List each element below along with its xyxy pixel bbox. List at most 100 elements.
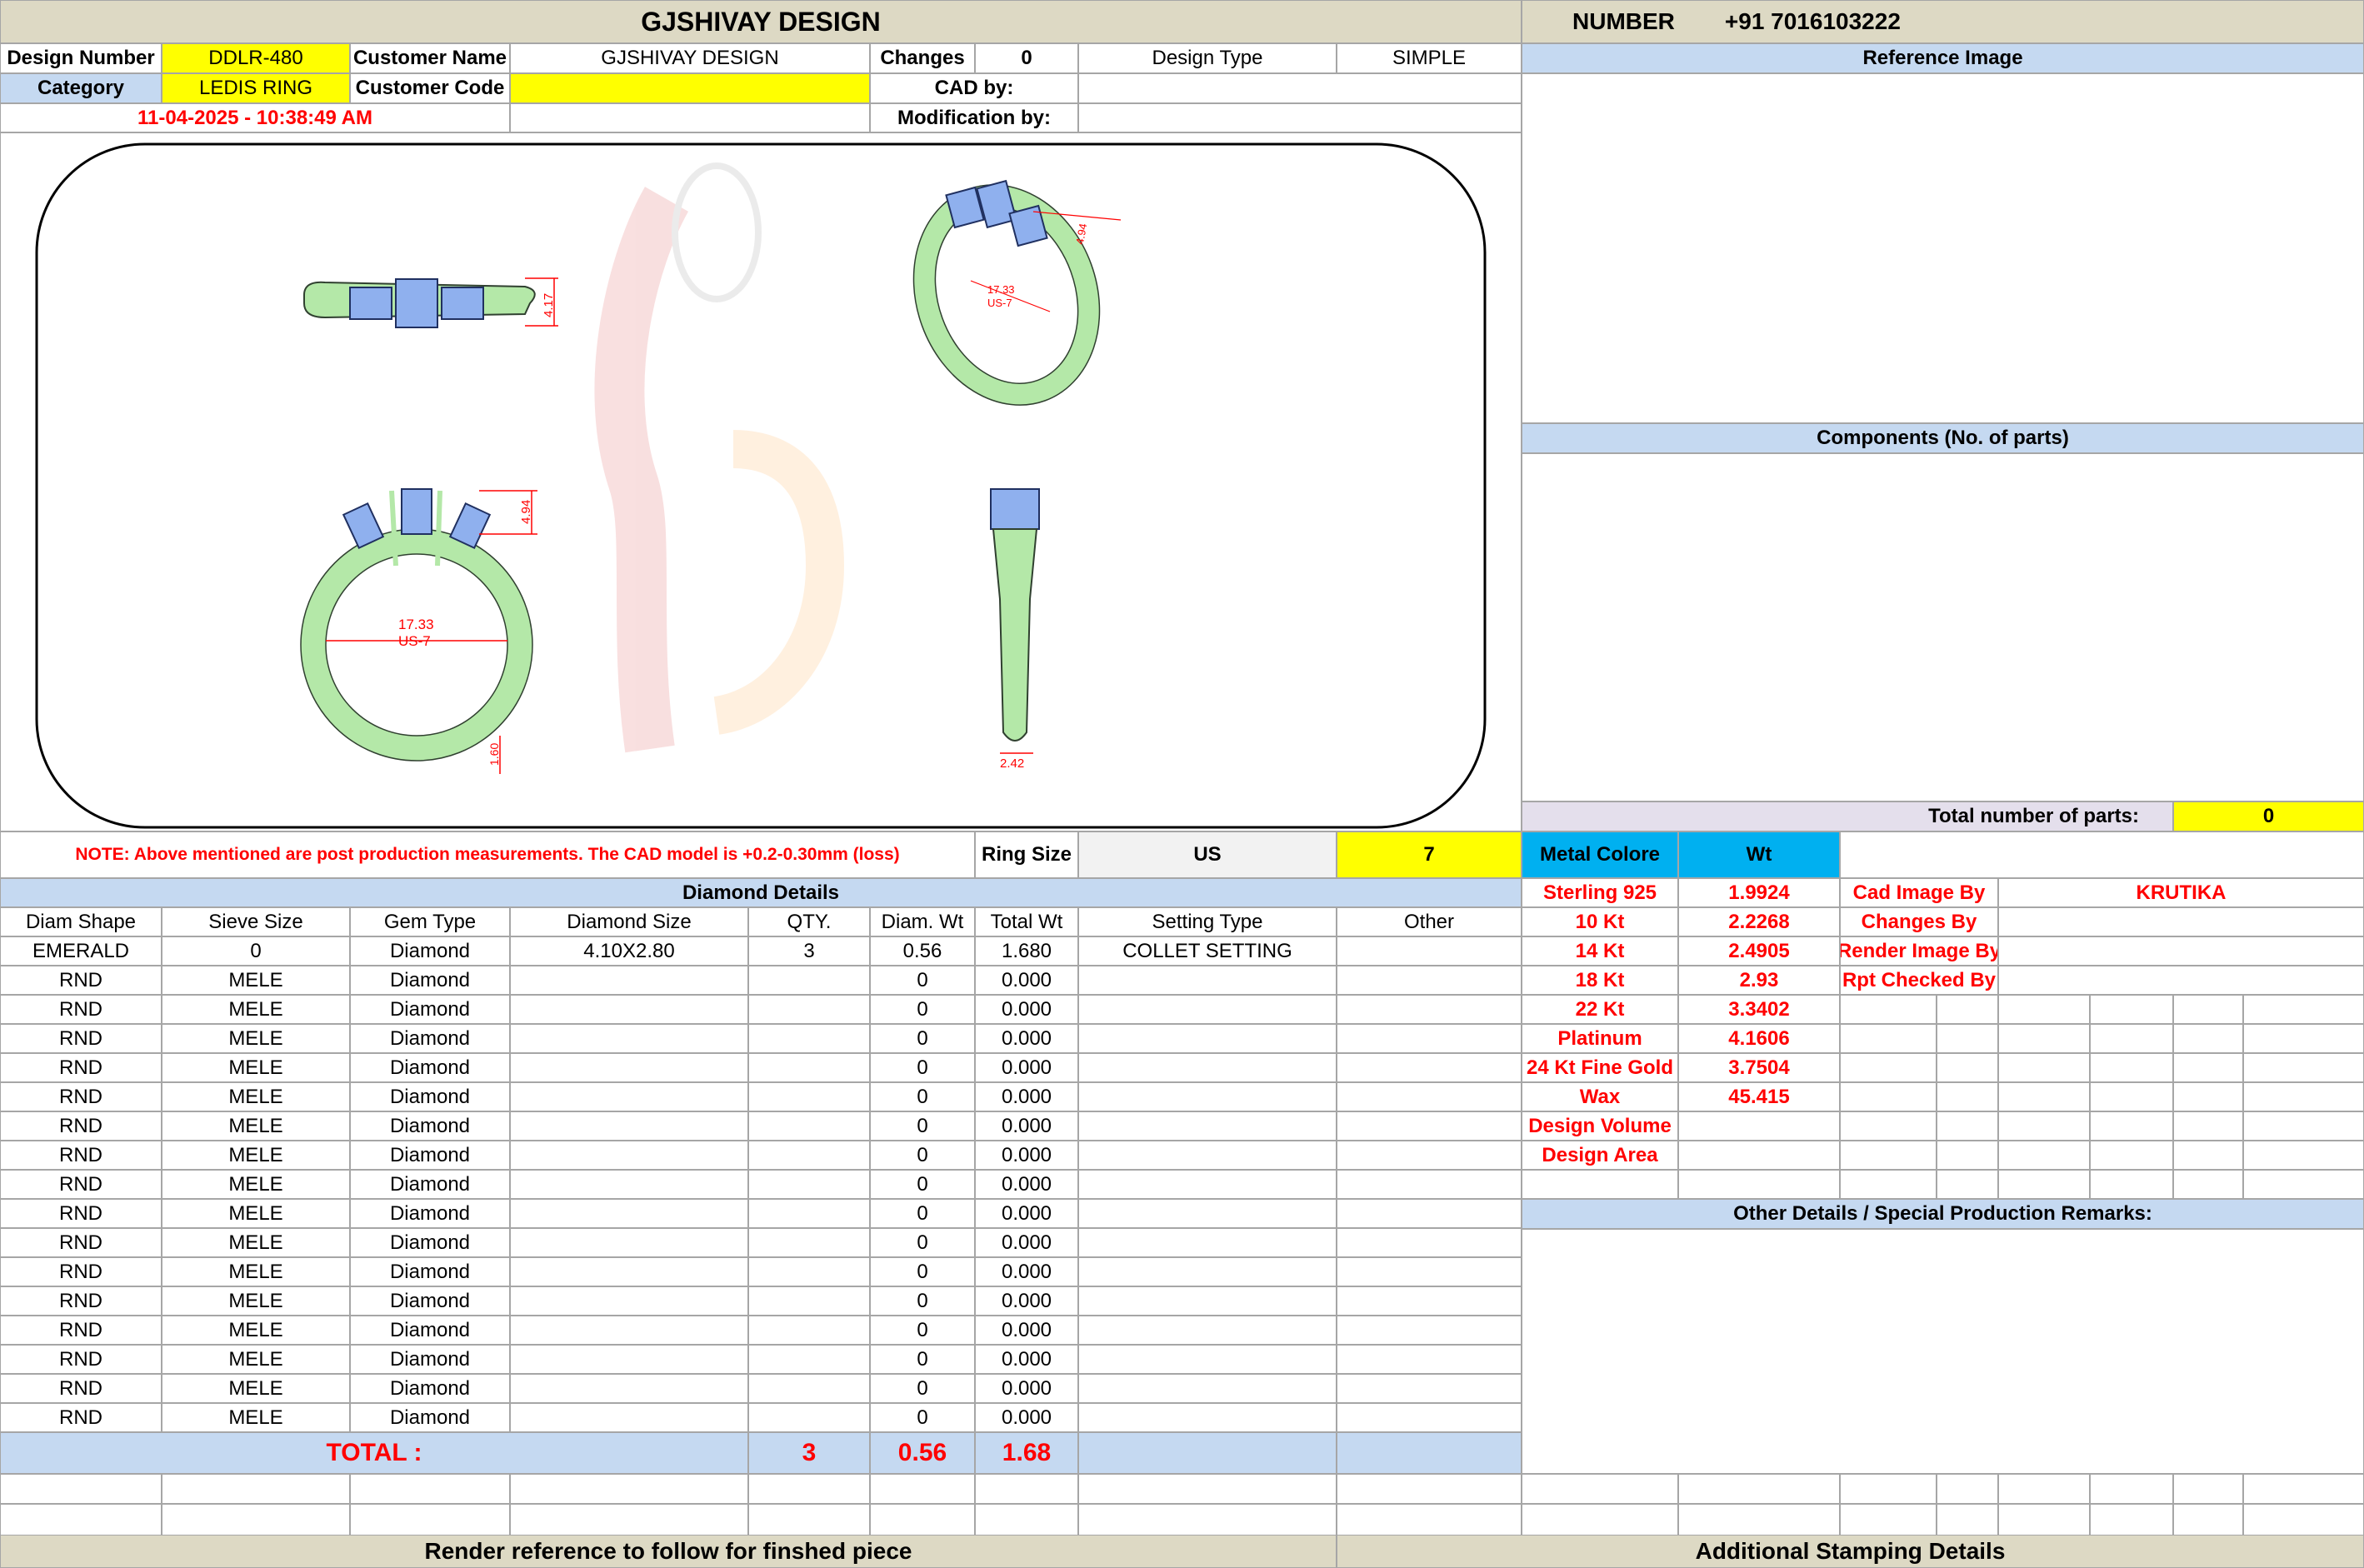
cell-diamond-size[interactable] xyxy=(510,1082,748,1111)
cell-diam-shape[interactable]: RND xyxy=(0,1403,162,1432)
cell-diamond-size[interactable] xyxy=(510,1286,748,1316)
cell-gem-type[interactable]: Diamond xyxy=(350,1345,510,1374)
customer-name-value[interactable]: GJSHIVAY DESIGN xyxy=(510,43,870,73)
metal-weight[interactable]: 3.3402 xyxy=(1678,995,1840,1024)
credit-value[interactable] xyxy=(1998,966,2364,995)
cell-setting-type[interactable] xyxy=(1078,1228,1337,1257)
metal-weight[interactable]: 3.7504 xyxy=(1678,1053,1840,1082)
modification-by-value[interactable] xyxy=(1078,103,1522,132)
cell-total-wt[interactable]: 1.680 xyxy=(975,936,1078,966)
cell-diamond-size[interactable] xyxy=(510,1024,748,1053)
cell-setting-type[interactable] xyxy=(1078,1345,1337,1374)
cell-total-wt[interactable]: 0.000 xyxy=(975,1024,1078,1053)
metal-weight[interactable]: 1.9924 xyxy=(1678,878,1840,907)
cell-diamond-size[interactable] xyxy=(510,966,748,995)
cell-diam-wt[interactable]: 0 xyxy=(870,1345,975,1374)
cell-qty[interactable] xyxy=(748,1199,870,1228)
cell-total-wt[interactable]: 0.000 xyxy=(975,1316,1078,1345)
cell-diamond-size[interactable] xyxy=(510,1403,748,1432)
cell-other[interactable] xyxy=(1337,1199,1522,1228)
metal-weight[interactable]: 2.2268 xyxy=(1678,907,1840,936)
category-value[interactable]: LEDIS RING xyxy=(162,73,350,103)
cell-total-wt[interactable]: 0.000 xyxy=(975,1082,1078,1111)
cell-diam-shape[interactable]: RND xyxy=(0,995,162,1024)
cell-qty[interactable] xyxy=(748,1024,870,1053)
cell-gem-type[interactable]: Diamond xyxy=(350,1053,510,1082)
metal-weight[interactable]: 2.4905 xyxy=(1678,936,1840,966)
cell-qty[interactable] xyxy=(748,1141,870,1170)
cell-diam-wt[interactable]: 0 xyxy=(870,1053,975,1082)
metal-weight[interactable]: 2.93 xyxy=(1678,966,1840,995)
cell-total-wt[interactable]: 0.000 xyxy=(975,1345,1078,1374)
cell-qty[interactable] xyxy=(748,1228,870,1257)
cell-other[interactable] xyxy=(1337,1082,1522,1111)
cell-gem-type[interactable]: Diamond xyxy=(350,1374,510,1403)
cell-diamond-size[interactable] xyxy=(510,1374,748,1403)
cell-sieve-size[interactable]: MELE xyxy=(162,1257,350,1286)
cell-gem-type[interactable]: Diamond xyxy=(350,1403,510,1432)
cell-other[interactable] xyxy=(1337,1286,1522,1316)
cell-diam-wt[interactable]: 0 xyxy=(870,1228,975,1257)
cell-other[interactable] xyxy=(1337,995,1522,1024)
cell-sieve-size[interactable]: MELE xyxy=(162,1345,350,1374)
cell-sieve-size[interactable]: MELE xyxy=(162,966,350,995)
cell-setting-type[interactable] xyxy=(1078,995,1337,1024)
cell-diamond-size[interactable] xyxy=(510,1345,748,1374)
cell-gem-type[interactable]: Diamond xyxy=(350,1228,510,1257)
cell-diam-shape[interactable]: RND xyxy=(0,1228,162,1257)
credit-value[interactable] xyxy=(1998,907,2364,936)
cell-total-wt[interactable]: 0.000 xyxy=(975,1257,1078,1286)
cell-qty[interactable] xyxy=(748,1316,870,1345)
cell-setting-type[interactable] xyxy=(1078,1286,1337,1316)
cell-other[interactable] xyxy=(1337,1403,1522,1432)
cell-qty[interactable] xyxy=(748,966,870,995)
cell-total-wt[interactable]: 0.000 xyxy=(975,1141,1078,1170)
cell-diam-wt[interactable]: 0 xyxy=(870,1403,975,1432)
cell-diam-shape[interactable]: RND xyxy=(0,1024,162,1053)
cell-diam-shape[interactable]: RND xyxy=(0,1345,162,1374)
cell-diam-shape[interactable]: RND xyxy=(0,1199,162,1228)
cell-total-wt[interactable]: 0.000 xyxy=(975,1199,1078,1228)
cell-diamond-size[interactable] xyxy=(510,1199,748,1228)
cell-gem-type[interactable]: Diamond xyxy=(350,1111,510,1141)
cell-total-wt[interactable]: 0.000 xyxy=(975,1228,1078,1257)
cell-diam-shape[interactable]: EMERALD xyxy=(0,936,162,966)
cell-diam-shape[interactable]: RND xyxy=(0,1170,162,1199)
cell-qty[interactable] xyxy=(748,995,870,1024)
cell-other[interactable] xyxy=(1337,1141,1522,1170)
cell-setting-type[interactable] xyxy=(1078,1257,1337,1286)
cell-total-wt[interactable]: 0.000 xyxy=(975,1374,1078,1403)
cell-diam-wt[interactable]: 0 xyxy=(870,966,975,995)
cell-diam-shape[interactable]: RND xyxy=(0,1082,162,1111)
ring-size-value[interactable]: 7 xyxy=(1337,831,1522,878)
metal-weight[interactable]: 4.1606 xyxy=(1678,1024,1840,1053)
design-type-value[interactable]: SIMPLE xyxy=(1337,43,1522,73)
cell-sieve-size[interactable]: MELE xyxy=(162,1403,350,1432)
cell-gem-type[interactable]: Diamond xyxy=(350,1170,510,1199)
cell-setting-type[interactable] xyxy=(1078,1374,1337,1403)
cell-sieve-size[interactable]: MELE xyxy=(162,1374,350,1403)
cell-diam-shape[interactable]: RND xyxy=(0,1316,162,1345)
cell-other[interactable] xyxy=(1337,1257,1522,1286)
cell-qty[interactable] xyxy=(748,1345,870,1374)
cell-sieve-size[interactable]: MELE xyxy=(162,1082,350,1111)
cell-sieve-size[interactable]: MELE xyxy=(162,1228,350,1257)
cell-gem-type[interactable]: Diamond xyxy=(350,966,510,995)
cell-diam-wt[interactable]: 0 xyxy=(870,1111,975,1141)
changes-value[interactable]: 0 xyxy=(975,43,1078,73)
cell-sieve-size[interactable]: MELE xyxy=(162,1286,350,1316)
cell-other[interactable] xyxy=(1337,1316,1522,1345)
cell-diam-shape[interactable]: RND xyxy=(0,1286,162,1316)
cell-other[interactable] xyxy=(1337,1374,1522,1403)
cell-diam-wt[interactable]: 0 xyxy=(870,1199,975,1228)
cell-qty[interactable] xyxy=(748,1374,870,1403)
cell-setting-type[interactable] xyxy=(1078,1403,1337,1432)
cell-diam-wt[interactable]: 0 xyxy=(870,1170,975,1199)
remarks-area[interactable] xyxy=(1522,1229,2364,1474)
cell-gem-type[interactable]: Diamond xyxy=(350,936,510,966)
cell-setting-type[interactable] xyxy=(1078,966,1337,995)
cell-diamond-size[interactable] xyxy=(510,1170,748,1199)
cell-qty[interactable] xyxy=(748,1170,870,1199)
cell-gem-type[interactable]: Diamond xyxy=(350,1316,510,1345)
cell-diamond-size[interactable] xyxy=(510,995,748,1024)
